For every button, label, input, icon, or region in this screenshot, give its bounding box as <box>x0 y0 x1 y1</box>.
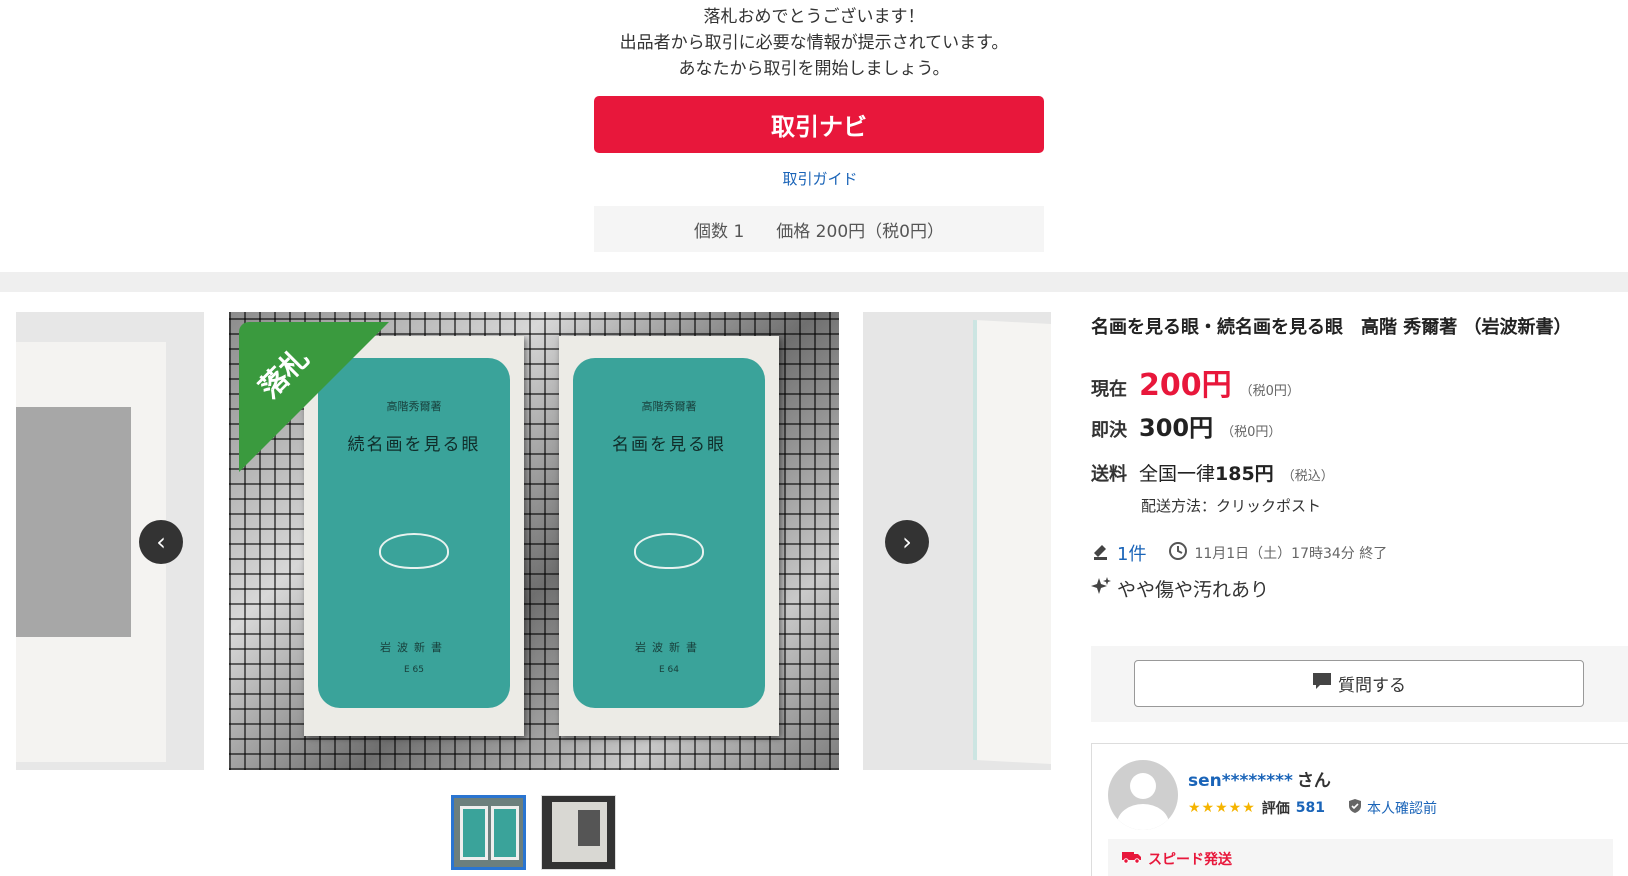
shipping-tax: （税込） <box>1281 469 1334 484</box>
rating-label: 評価 <box>1261 801 1290 817</box>
quantity-text: 個数 1 <box>694 221 745 242</box>
start-message: あなたから取引を開始しましょう。 <box>678 59 950 79</box>
shipping-label: 送料 <box>1091 464 1127 485</box>
ask-question-label: 質問する <box>1338 676 1406 696</box>
avatar[interactable] <box>1108 760 1178 830</box>
item-condition: やや傷や汚れあり <box>1117 579 1270 601</box>
thumbnail-1[interactable] <box>451 795 526 870</box>
buynow-price: 300円 <box>1139 414 1214 442</box>
seller-card: sen******** さん ★★★★★ 評価 581 本人確認前 スピード発送 <box>1091 743 1628 876</box>
ask-question-button[interactable]: 質問する <box>1134 660 1584 707</box>
sparkle-icon <box>1091 576 1111 601</box>
seller-honorific: さん <box>1296 771 1331 791</box>
gavel-icon <box>1091 541 1111 565</box>
end-time: 11月1日（土）17時34分 終了 <box>1194 546 1388 562</box>
section-divider <box>0 272 1628 292</box>
trade-navi-button[interactable]: 取引ナビ <box>594 96 1044 153</box>
bid-count[interactable]: 1件 <box>1117 540 1146 566</box>
shipping-price: 185円 <box>1215 463 1274 485</box>
seller-rating-row: ★★★★★ 評価 581 本人確認前 <box>1188 798 1437 818</box>
item-title: 名画を見る眼・続名画を見る眼 高階 秀爾著 （岩波新書） <box>1091 317 1572 338</box>
info-message: 出品者から取引に必要な情報が提示されています。 <box>619 33 1009 53</box>
bid-info-row: 1件 11月1日（土）17時34分 終了 <box>1091 540 1387 566</box>
current-price-label: 現在 <box>1091 379 1127 400</box>
book-cover-left: 高階秀爾著 続名画を見る眼 岩波新書 E 65 <box>304 336 524 736</box>
question-area: 質問する <box>1091 646 1628 722</box>
speech-bubble-icon <box>1312 672 1332 695</box>
won-banner: 落札おめでとうございます！ 出品者から取引に必要な情報が提示されています。 あな… <box>0 0 1628 270</box>
next-image-button[interactable]: › <box>885 520 929 564</box>
buynow-label: 即決 <box>1091 420 1127 441</box>
current-price-tax: （税0円） <box>1239 384 1300 399</box>
current-price: 200円 <box>1139 368 1232 403</box>
trade-guide-link[interactable]: 取引ガイド <box>0 168 1628 189</box>
shipping-prefix: 全国一律 <box>1139 463 1216 485</box>
main-product-image: 高階秀爾著 続名画を見る眼 岩波新書 E 65 高階秀爾著 名画を見る眼 岩波新… <box>229 312 839 770</box>
buynow-price-row: 即決 300円 （税0円） <box>1091 408 1281 443</box>
rating-stars: ★★★★★ <box>1188 800 1256 816</box>
clock-icon <box>1168 541 1188 565</box>
rating-value[interactable]: 581 <box>1296 800 1325 816</box>
identity-status[interactable]: 本人確認前 <box>1367 798 1437 818</box>
price-text: 価格 200円（税0円） <box>776 221 944 242</box>
shield-check-icon <box>1347 798 1363 818</box>
condition-row: やや傷や汚れあり <box>1091 575 1269 602</box>
quantity-price-summary: 個数 1 価格 200円（税0円） <box>594 206 1044 252</box>
shipping-method: 配送方法：クリックポスト <box>1141 497 1322 515</box>
lamp-emblem-icon <box>379 533 449 569</box>
current-price-row: 現在 200円 （税0円） <box>1091 360 1300 404</box>
seller-name[interactable]: sen******** <box>1188 771 1293 791</box>
seller-name-row: sen******** さん <box>1188 766 1331 791</box>
thumbnail-2[interactable] <box>541 795 616 870</box>
speed-shipping-badge: スピード発送 <box>1108 839 1613 876</box>
shipping-row: 送料 全国一律185円 （税込） <box>1091 459 1334 486</box>
truck-icon <box>1122 850 1142 868</box>
speed-shipping-label: スピード発送 <box>1148 852 1232 868</box>
congrats-message: 落札おめでとうございます！ <box>703 7 925 27</box>
prev-image-button[interactable]: ‹ <box>139 520 183 564</box>
book-cover-right: 高階秀爾著 名画を見る眼 岩波新書 E 64 <box>559 336 779 736</box>
buynow-tax: （税0円） <box>1221 425 1282 440</box>
lamp-emblem-icon <box>634 533 704 569</box>
